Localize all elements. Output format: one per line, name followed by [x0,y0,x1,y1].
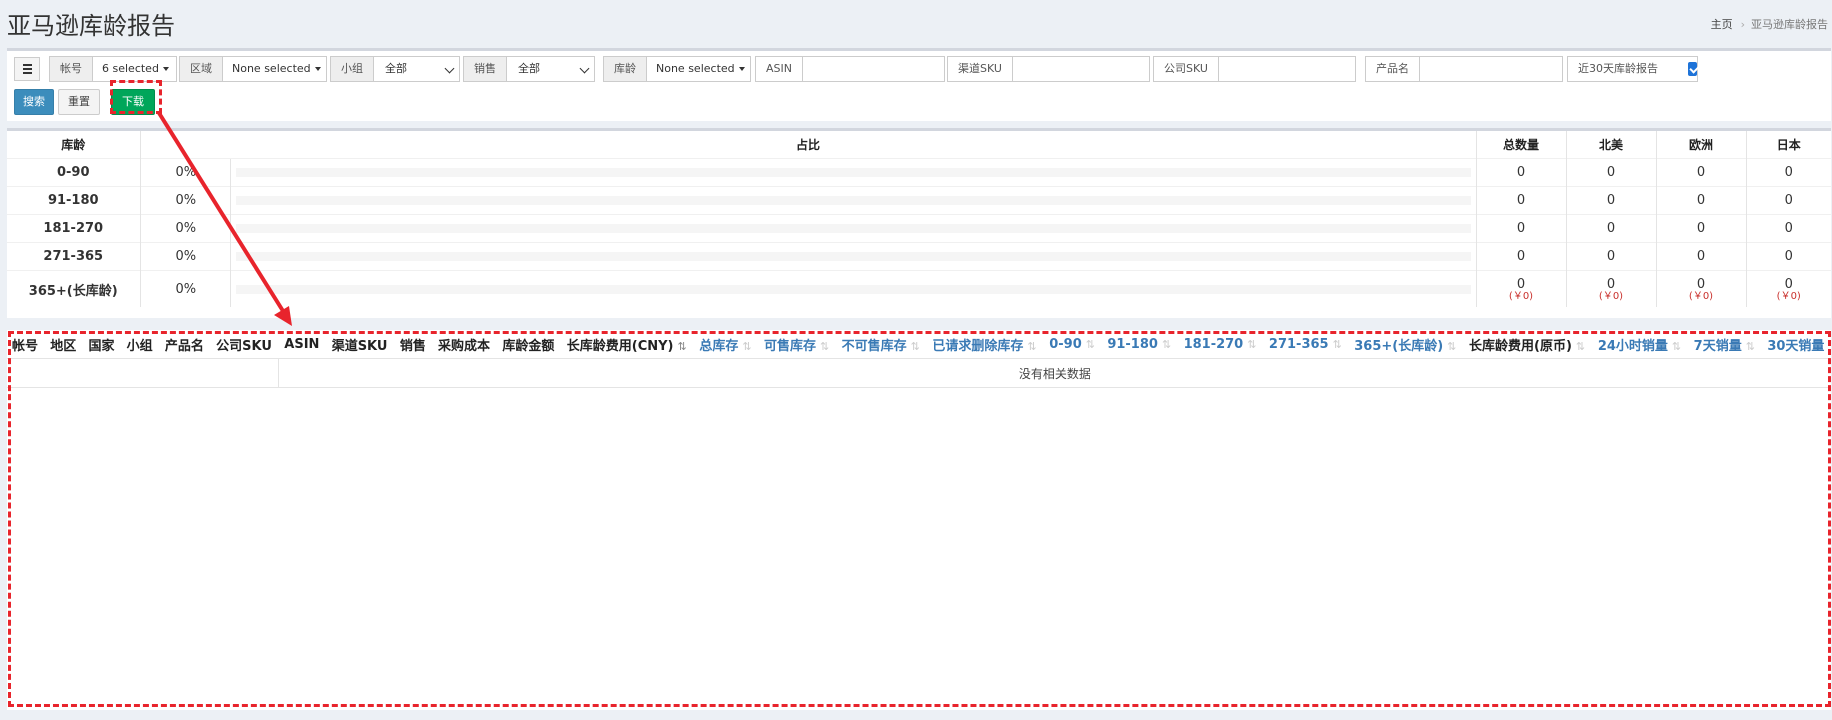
annotation-arrow-line [157,111,285,313]
annotation-arrow-icon [157,111,292,326]
